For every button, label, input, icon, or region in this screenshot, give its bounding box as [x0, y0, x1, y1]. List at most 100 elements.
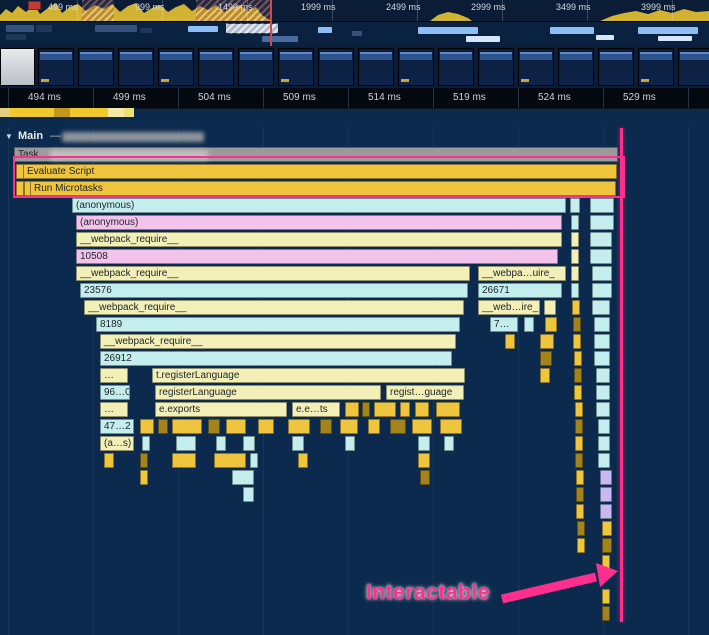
flame-frame[interactable] — [345, 402, 359, 417]
flame-frame[interactable] — [574, 368, 582, 383]
flame-frame[interactable] — [571, 283, 579, 298]
flame-frame[interactable] — [576, 470, 584, 485]
network-request-bar[interactable] — [638, 27, 698, 34]
network-request-bar[interactable] — [596, 35, 614, 40]
flame-frame[interactable] — [592, 283, 612, 298]
flame-frame[interactable] — [602, 606, 610, 621]
annotation-target-line[interactable] — [620, 128, 623, 622]
flame-frame[interactable]: (anonymous) — [76, 215, 562, 230]
filmstrip-thumbnail[interactable] — [638, 48, 674, 86]
network-request-bar[interactable] — [352, 31, 362, 36]
flame-frame[interactable]: __webpack_require__ — [100, 334, 456, 349]
flame-frame[interactable] — [590, 215, 614, 230]
flame-frame[interactable]: 7… — [490, 317, 518, 332]
flame-frame[interactable]: __webpa…uire_ — [478, 266, 566, 281]
flame-frame[interactable] — [590, 198, 614, 213]
flame-frame[interactable]: 96…0 — [100, 385, 130, 400]
flame-frame[interactable] — [571, 232, 579, 247]
flame-frame[interactable] — [400, 402, 410, 417]
flame-frame[interactable] — [524, 317, 534, 332]
flame-frame[interactable] — [570, 198, 580, 213]
flame-frame[interactable] — [598, 453, 610, 468]
flame-frame[interactable]: 10508 — [76, 249, 558, 264]
flame-frame[interactable] — [573, 317, 581, 332]
network-request-bar[interactable] — [658, 36, 692, 41]
flame-frame[interactable] — [176, 436, 196, 451]
flame-frame[interactable] — [575, 453, 583, 468]
filmstrip-thumbnail[interactable] — [438, 48, 474, 86]
flame-frame[interactable] — [571, 215, 579, 230]
flame-frame[interactable] — [418, 453, 430, 468]
filmstrip-thumbnail[interactable] — [558, 48, 594, 86]
flame-frame[interactable] — [258, 419, 274, 434]
flame-frame[interactable] — [140, 453, 148, 468]
flame-frame[interactable] — [571, 266, 579, 281]
flame-frame[interactable] — [418, 436, 430, 451]
network-request-bar[interactable] — [188, 26, 218, 32]
flame-frame[interactable] — [444, 436, 454, 451]
flame-frame[interactable] — [590, 249, 612, 264]
flame-frame[interactable] — [594, 334, 610, 349]
flame-frame[interactable]: (anonymous) — [72, 198, 566, 213]
flame-frame[interactable] — [592, 266, 612, 281]
flame-frame[interactable] — [598, 436, 610, 451]
flame-frame[interactable] — [594, 317, 610, 332]
flame-frame[interactable] — [340, 419, 358, 434]
flame-frame[interactable] — [250, 453, 258, 468]
flame-frame[interactable] — [590, 232, 612, 247]
flame-frame[interactable]: 26671 — [478, 283, 562, 298]
network-overview[interactable] — [0, 22, 709, 47]
flame-frame[interactable] — [214, 453, 246, 468]
flame-frame[interactable] — [571, 249, 579, 264]
flame-frame[interactable]: e.e…ts — [292, 402, 340, 417]
flame-frame[interactable] — [320, 419, 332, 434]
flame-frame[interactable] — [602, 555, 610, 570]
flame-frame[interactable] — [600, 504, 612, 519]
flame-frame[interactable] — [368, 419, 380, 434]
flame-frame[interactable] — [574, 385, 582, 400]
flame-frame[interactable]: … — [100, 402, 128, 417]
flame-frame[interactable]: __web…ire_ — [478, 300, 540, 315]
network-request-bar[interactable] — [318, 27, 332, 33]
timeline-ruler[interactable]: 494 ms 499 ms 504 ms 509 ms 514 ms 519 ms 524 … — [0, 88, 709, 109]
flame-frame[interactable] — [345, 436, 355, 451]
filmstrip-thumbnail[interactable] — [518, 48, 554, 86]
network-request-bar[interactable] — [6, 25, 34, 32]
filmstrip-thumbnail[interactable] — [118, 48, 154, 86]
flame-frame[interactable] — [436, 402, 460, 417]
flame-frame[interactable] — [440, 419, 462, 434]
flame-frame[interactable] — [592, 300, 610, 315]
flame-frame[interactable] — [420, 470, 430, 485]
flame-frame[interactable] — [602, 538, 612, 553]
flame-frame[interactable] — [596, 402, 610, 417]
flame-frame[interactable] — [545, 317, 557, 332]
flame-frame[interactable]: e.exports — [155, 402, 287, 417]
filmstrip-thumbnail[interactable] — [478, 48, 514, 86]
flame-frame[interactable] — [572, 300, 580, 315]
network-request-bar[interactable] — [466, 36, 500, 42]
flame-frame[interactable] — [576, 504, 584, 519]
flame-frame[interactable]: 23576 — [80, 283, 468, 298]
filmstrip-thumbnail[interactable] — [598, 48, 634, 86]
flame-frame[interactable] — [142, 436, 150, 451]
flame-frame[interactable] — [577, 538, 585, 553]
flame-frame[interactable] — [573, 334, 581, 349]
flame-frame[interactable] — [594, 351, 610, 366]
flame-frame[interactable]: __webpack_require__ — [84, 300, 464, 315]
flame-frame[interactable] — [602, 521, 612, 536]
flame-frame[interactable] — [505, 334, 515, 349]
flame-frame[interactable] — [602, 589, 610, 604]
network-request-bar[interactable] — [36, 25, 52, 32]
flame-frame[interactable] — [598, 419, 610, 434]
flame-frame[interactable] — [243, 436, 255, 451]
flame-frame[interactable] — [298, 453, 308, 468]
flame-frame[interactable] — [172, 419, 202, 434]
flame-frame[interactable]: … — [100, 368, 128, 383]
flame-frame[interactable] — [216, 436, 226, 451]
filmstrip-thumbnail[interactable] — [198, 48, 234, 86]
flame-frame[interactable]: t.registerLanguage — [152, 368, 465, 383]
flame-frame[interactable]: (a…s) — [100, 436, 134, 451]
filmstrip-thumbnail[interactable] — [358, 48, 394, 86]
flame-frame[interactable] — [600, 487, 612, 502]
flame-frame[interactable] — [140, 419, 154, 434]
